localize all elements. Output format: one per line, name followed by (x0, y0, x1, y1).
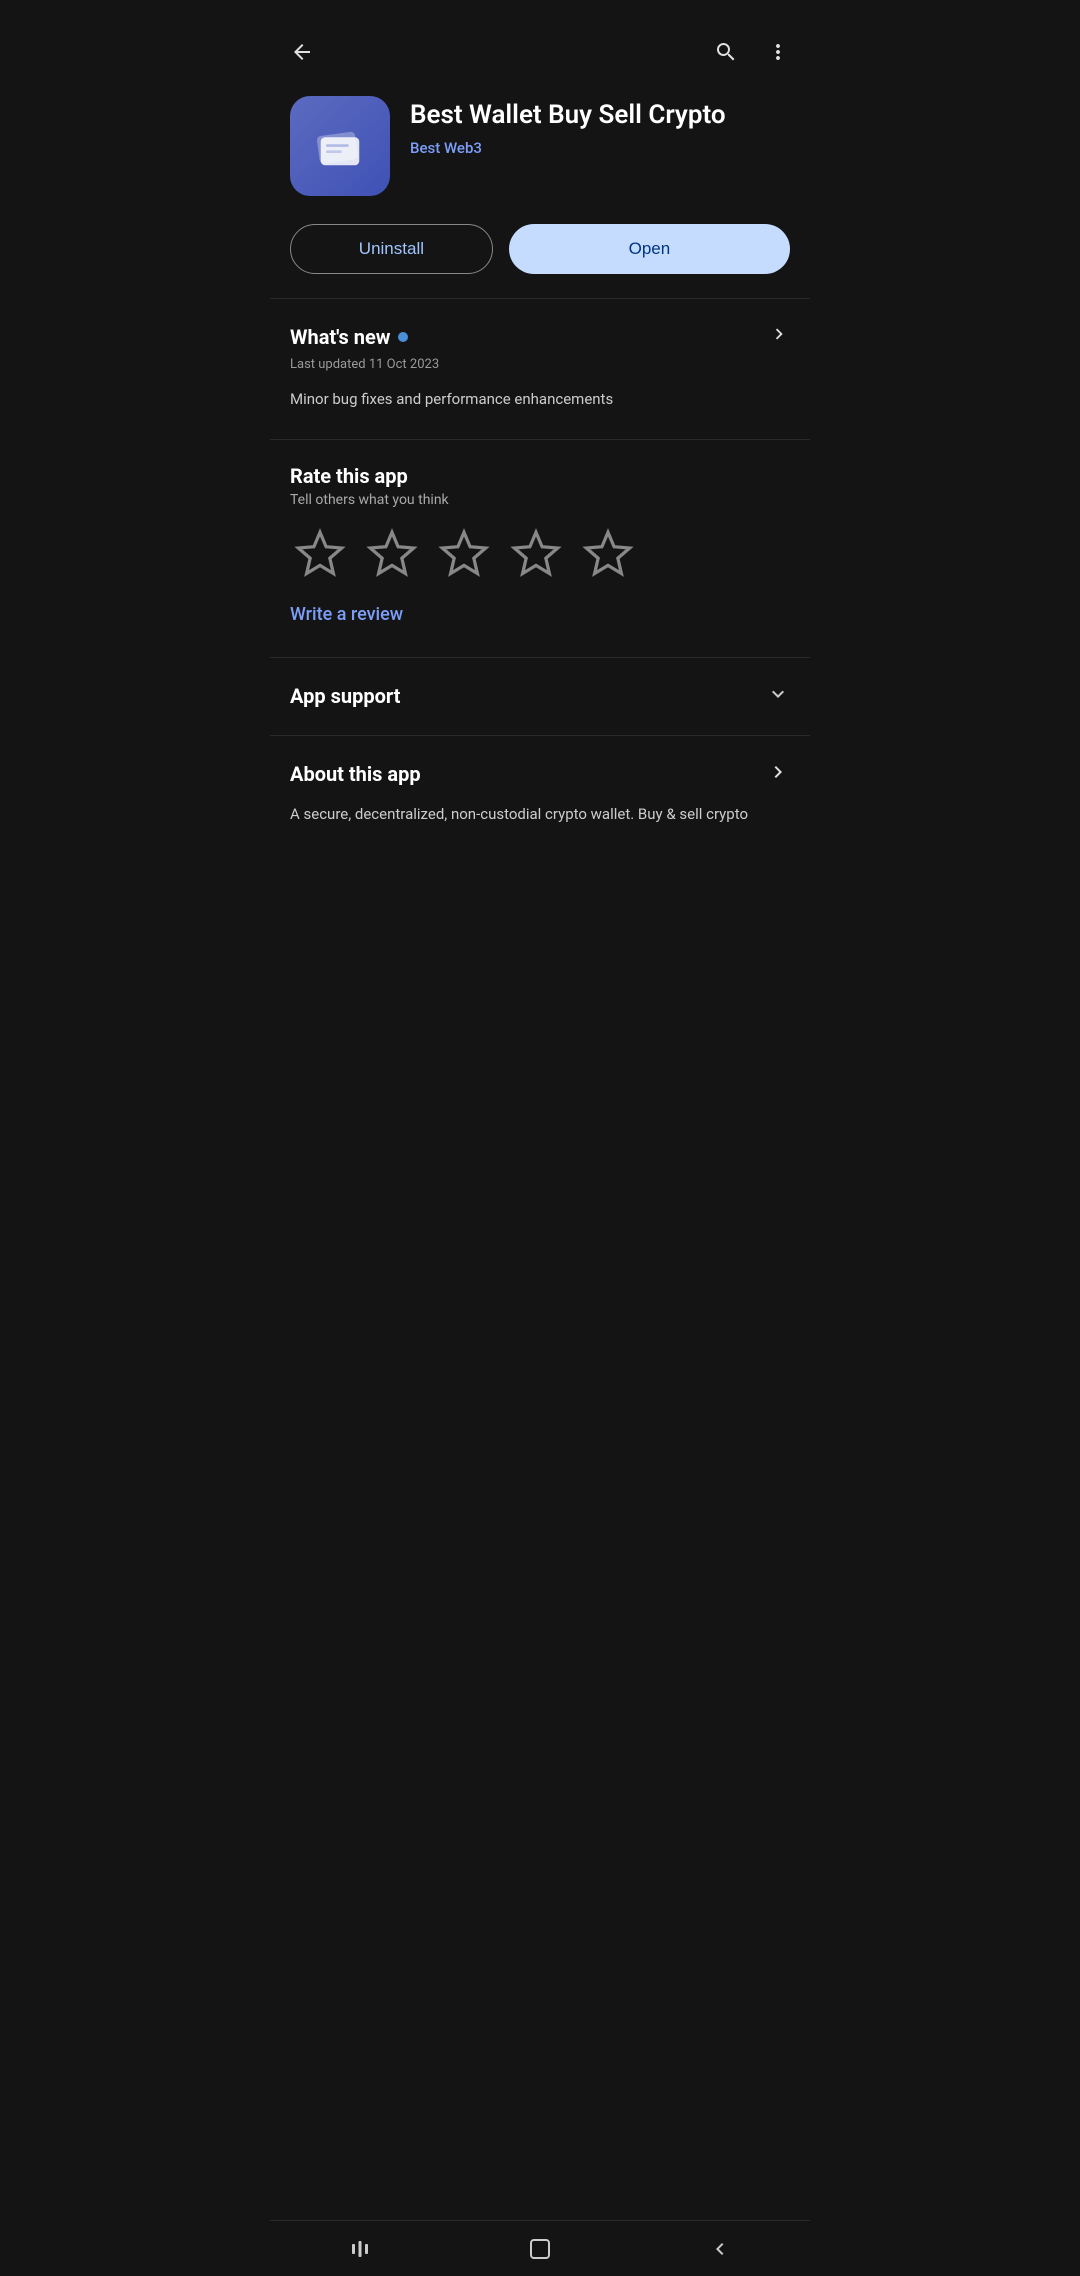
action-buttons: Uninstall Open (270, 212, 810, 298)
whats-new-body: Minor bug fixes and performance enhancem… (290, 388, 790, 431)
open-button[interactable]: Open (509, 224, 790, 274)
whats-new-section: What's new Last updated 11 Oct 2023 Mino… (270, 299, 810, 439)
top-navigation (270, 28, 810, 76)
about-section: About this app A secure, decentralized, … (270, 735, 810, 842)
rate-section: Rate this app Tell others what you think (270, 440, 810, 657)
app-support-title: App support (290, 684, 400, 708)
uninstall-button[interactable]: Uninstall (290, 224, 493, 274)
star-4[interactable] (510, 528, 562, 580)
whats-new-title-row: What's new (290, 325, 408, 349)
new-indicator-dot (398, 332, 408, 342)
search-button[interactable] (710, 36, 742, 68)
about-arrow-icon[interactable] (766, 760, 790, 788)
star-1[interactable] (294, 528, 346, 580)
app-header: Best Wallet Buy Sell Crypto Best Web3 (270, 76, 810, 212)
about-title: About this app (290, 762, 421, 786)
whats-new-arrow-icon[interactable] (768, 323, 790, 351)
app-developer[interactable]: Best Web3 (410, 139, 790, 157)
star-2[interactable] (366, 528, 418, 580)
app-info: Best Wallet Buy Sell Crypto Best Web3 (410, 96, 790, 157)
home-button[interactable] (515, 2229, 565, 2269)
back-gesture-button[interactable] (695, 2229, 745, 2269)
rate-subtitle: Tell others what you think (290, 492, 790, 508)
rate-title: Rate this app (290, 464, 790, 488)
bottom-navigation (270, 2220, 810, 2276)
app-title: Best Wallet Buy Sell Crypto (410, 100, 790, 131)
whats-new-title: What's new (290, 325, 390, 349)
chevron-down-icon (766, 682, 790, 711)
write-review-link[interactable]: Write a review (290, 604, 403, 649)
status-bar (270, 0, 810, 28)
nav-action-icons (710, 36, 794, 68)
app-icon (290, 96, 390, 196)
more-options-button[interactable] (762, 36, 794, 68)
about-body: A secure, decentralized, non-custodial c… (290, 802, 790, 826)
star-3[interactable] (438, 528, 490, 580)
recent-apps-button[interactable] (335, 2229, 385, 2269)
stars-row (290, 528, 790, 580)
app-support-section[interactable]: App support (270, 657, 810, 735)
about-header[interactable]: About this app (290, 760, 790, 788)
star-5[interactable] (582, 528, 634, 580)
whats-new-date: Last updated 11 Oct 2023 (290, 357, 790, 372)
whats-new-header[interactable]: What's new (290, 323, 790, 351)
back-button[interactable] (286, 36, 318, 68)
